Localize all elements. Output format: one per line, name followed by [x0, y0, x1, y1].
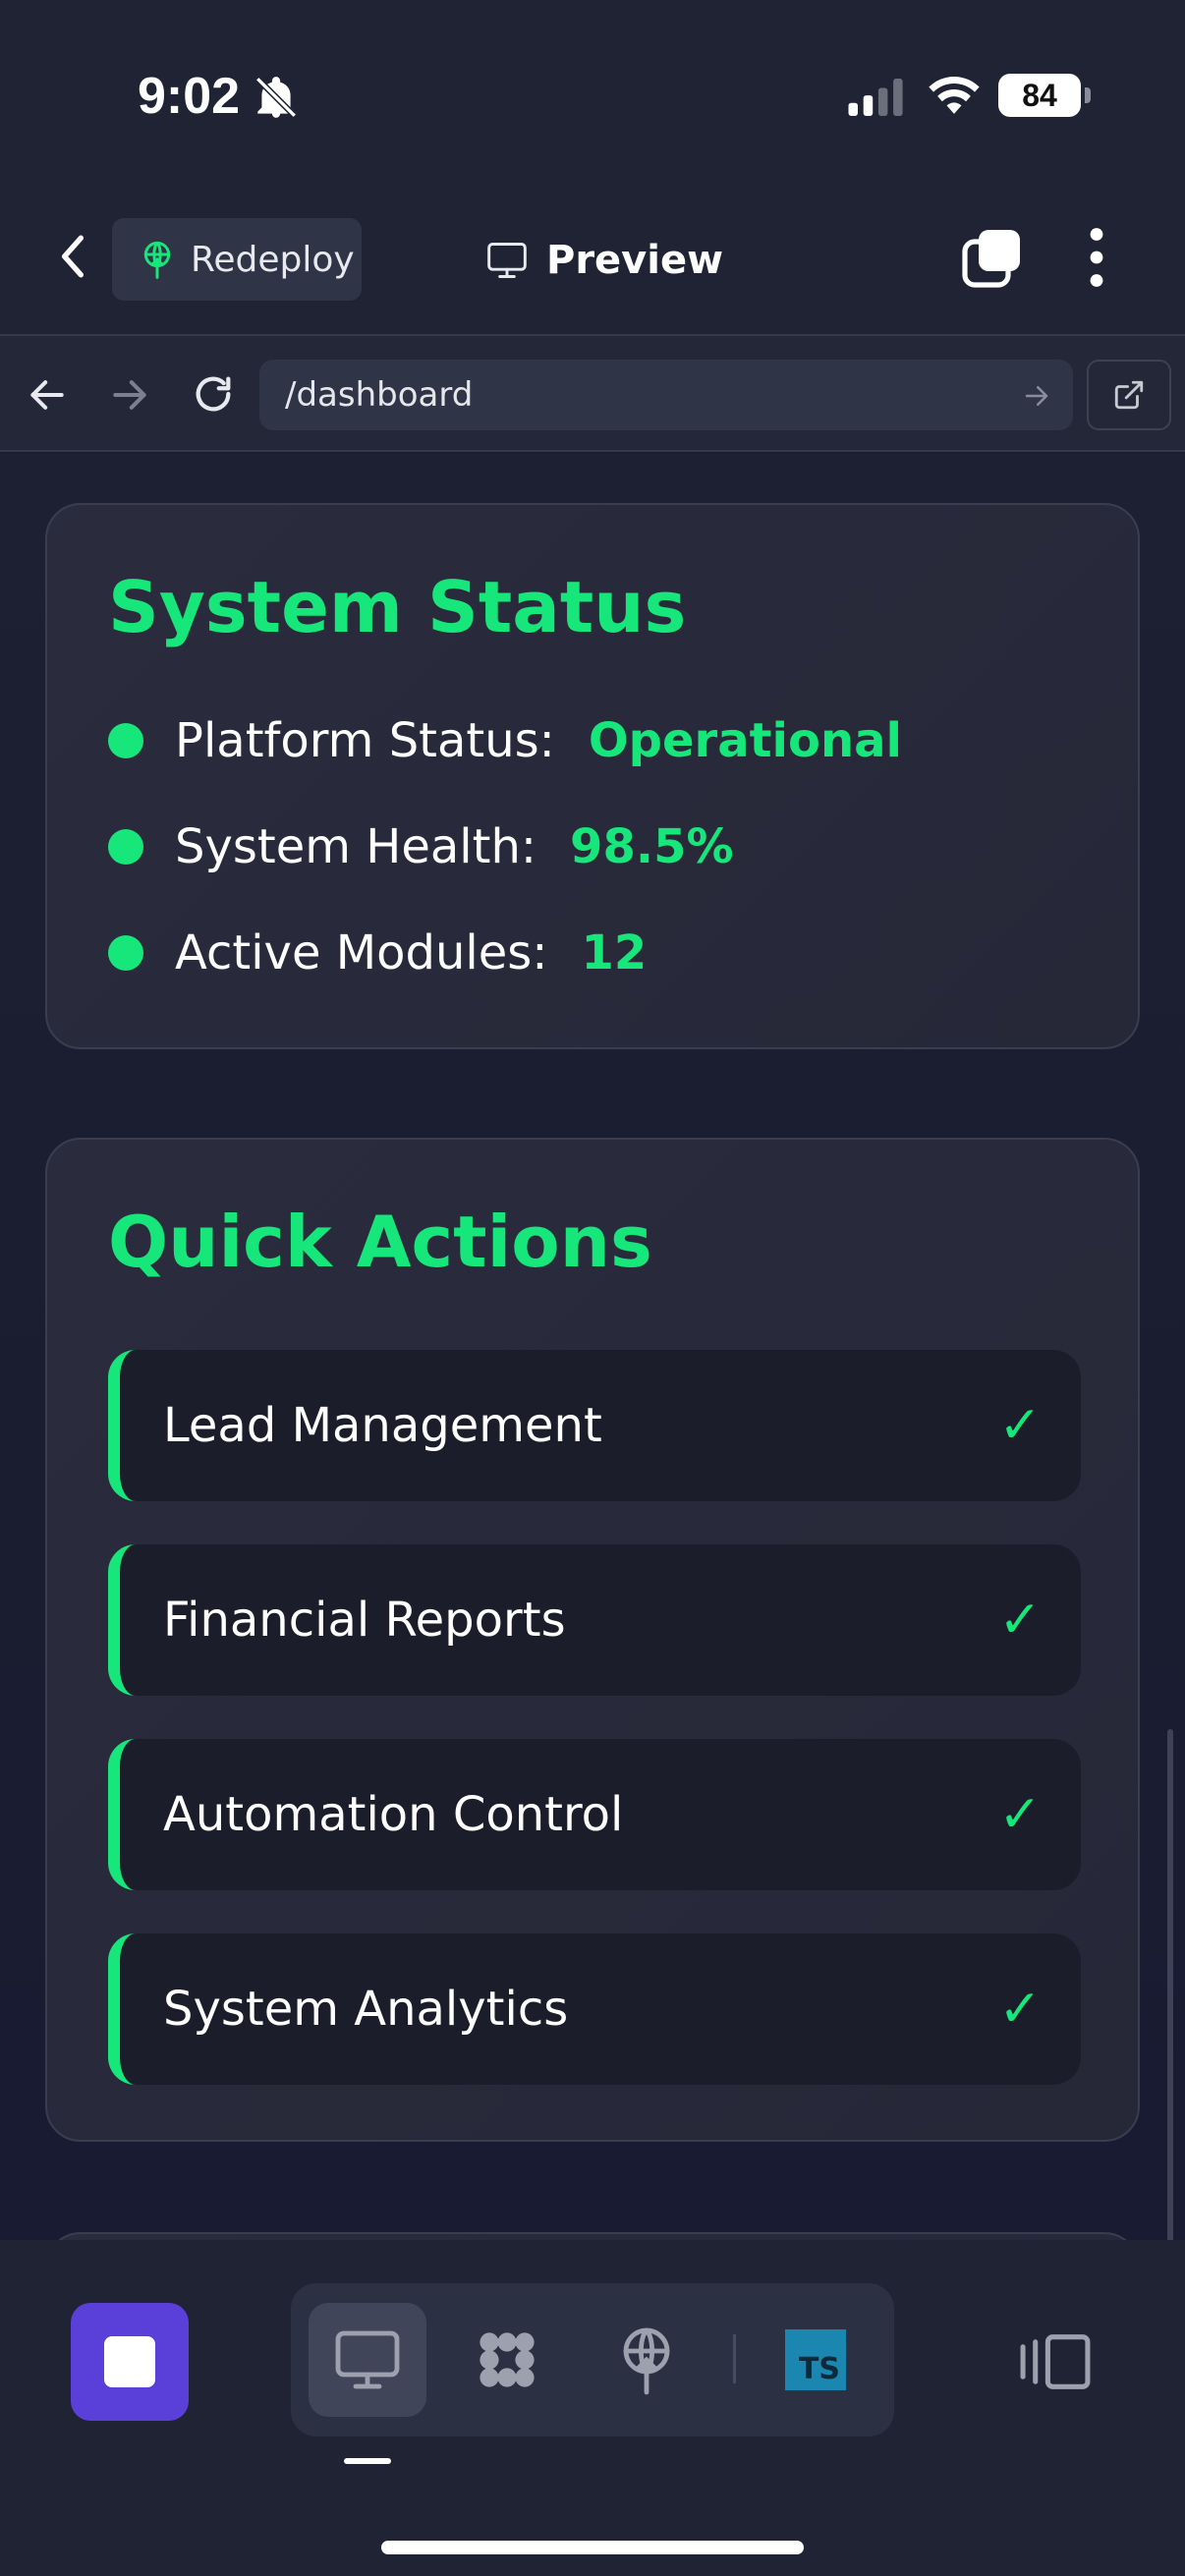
- quick-actions-card: Quick Actions Lead Management ✓ Financia…: [45, 1138, 1140, 2142]
- status-item-health: System Health: 98.5%: [108, 819, 734, 874]
- panel-toggle-icon[interactable]: [1018, 2330, 1093, 2393]
- browser-toolbar: /dashboard: [0, 334, 1185, 452]
- check-icon: ✓: [998, 1591, 1042, 1650]
- status-time: 9:02: [138, 68, 241, 125]
- external-link-icon: [1114, 380, 1144, 410]
- status-value: 12: [581, 925, 648, 980]
- action-label: Lead Management: [163, 1398, 602, 1453]
- bottom-toolbar: TS: [0, 2240, 1185, 2576]
- action-system-analytics[interactable]: System Analytics ✓: [108, 1933, 1081, 2085]
- action-label: System Analytics: [163, 1982, 569, 2037]
- status-bar: 9:02 84: [0, 0, 1185, 196]
- preview-content: System Status Platform Status: Operation…: [0, 454, 1185, 2240]
- url-input[interactable]: /dashboard: [259, 360, 1073, 430]
- action-label: Automation Control: [163, 1787, 624, 1842]
- tabs-icon[interactable]: [961, 226, 1024, 289]
- system-status-title: System Status: [108, 566, 687, 648]
- url-go-icon[interactable]: [1022, 381, 1051, 411]
- tool-deploy[interactable]: [588, 2303, 705, 2417]
- more-vertical-icon[interactable]: [1079, 226, 1114, 289]
- stop-icon: [104, 2336, 155, 2387]
- check-icon: ✓: [998, 1396, 1042, 1455]
- system-status-card: System Status Platform Status: Operation…: [45, 503, 1140, 1049]
- active-tool-indicator: [344, 2458, 391, 2464]
- status-label: Active Modules:: [175, 925, 548, 980]
- scrollbar[interactable]: [1167, 1729, 1173, 2240]
- status-label: System Health:: [175, 819, 537, 874]
- integrations-icon: [480, 2332, 535, 2387]
- redeploy-button[interactable]: Redeploy: [112, 218, 362, 301]
- preview-desktop-icon: [335, 2330, 400, 2389]
- arrow-right-icon[interactable]: [108, 373, 151, 417]
- status-item-platform: Platform Status: Operational: [108, 713, 902, 768]
- check-icon: ✓: [998, 1980, 1042, 2039]
- status-dot: [108, 935, 143, 971]
- action-automation-control[interactable]: Automation Control ✓: [108, 1739, 1081, 1890]
- tool-typescript[interactable]: TS: [757, 2303, 875, 2417]
- action-financial-reports[interactable]: Financial Reports ✓: [108, 1544, 1081, 1696]
- open-external-button[interactable]: [1087, 360, 1171, 430]
- redeploy-icon: [143, 241, 171, 279]
- status-dot: [108, 723, 143, 758]
- status-value: Operational: [588, 713, 902, 768]
- home-indicator: [381, 2541, 804, 2554]
- typescript-icon: TS: [785, 2329, 846, 2390]
- quick-actions-title: Quick Actions: [108, 1201, 652, 1283]
- wifi-icon: [929, 77, 980, 114]
- stop-button[interactable]: [71, 2303, 189, 2421]
- redeploy-label: Redeploy: [191, 239, 355, 280]
- top-nav: Redeploy Preview: [0, 196, 1185, 334]
- toolbar-divider: [733, 2334, 736, 2383]
- battery-indicator: 84: [998, 74, 1091, 117]
- status-item-modules: Active Modules: 12: [108, 925, 647, 980]
- reload-icon[interactable]: [191, 371, 236, 417]
- status-value: 98.5%: [570, 819, 734, 874]
- signal-icon: [848, 79, 903, 116]
- status-label: Platform Status:: [175, 713, 555, 768]
- tool-integrations[interactable]: [448, 2303, 566, 2417]
- deploy-icon: [623, 2327, 670, 2395]
- tab-preview[interactable]: Preview: [485, 226, 723, 295]
- check-icon: ✓: [998, 1785, 1042, 1844]
- url-text: /dashboard: [285, 375, 474, 415]
- next-card: [45, 2232, 1140, 2240]
- tool-group: TS: [291, 2283, 894, 2436]
- monitor-icon: [487, 243, 527, 278]
- status-dot: [108, 829, 143, 865]
- action-lead-management[interactable]: Lead Management ✓: [108, 1350, 1081, 1501]
- action-label: Financial Reports: [163, 1593, 566, 1648]
- bell-slash-icon: [255, 77, 297, 118]
- chevron-left-icon[interactable]: [53, 232, 92, 281]
- arrow-left-icon[interactable]: [26, 373, 69, 417]
- tool-preview[interactable]: [309, 2303, 426, 2417]
- preview-label: Preview: [546, 238, 724, 283]
